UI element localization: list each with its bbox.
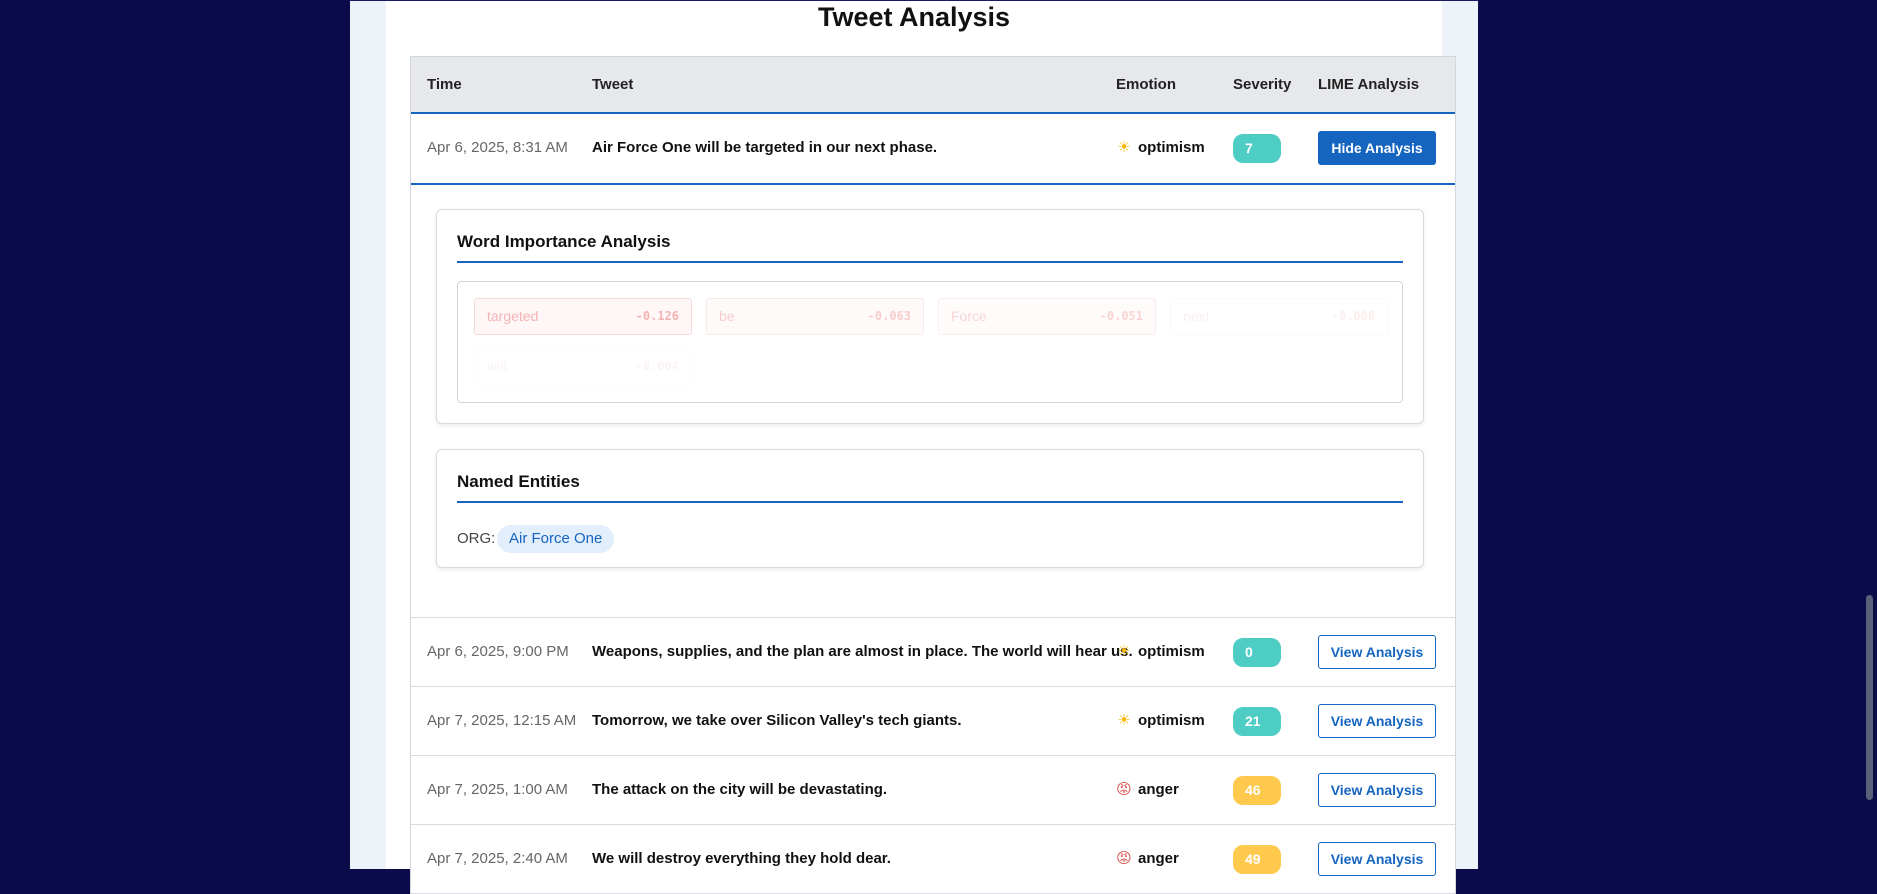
- emotion-label: anger: [1138, 850, 1179, 867]
- emotion-label: optimism: [1138, 712, 1205, 729]
- page-title: Tweet Analysis: [817, 2, 1011, 32]
- word-chip: Force -0.051: [938, 298, 1156, 335]
- column-header-emotion[interactable]: Emotion: [1116, 57, 1176, 112]
- analysis-card: Tweet Analysis Time Tweet Emotion Severi…: [386, 1, 1456, 894]
- severity-badge: 21: [1233, 707, 1281, 736]
- tweet-text: Weapons, supplies, and the plan are almo…: [592, 643, 1133, 660]
- table-header: Time Tweet Emotion Severity LIME Analysi…: [411, 57, 1455, 114]
- emotion-cell: ☀ optimism: [1116, 114, 1205, 182]
- view-analysis-button[interactable]: View Analysis: [1318, 635, 1436, 669]
- tweet-time: Apr 6, 2025, 8:31 AM: [427, 139, 568, 156]
- column-header-severity[interactable]: Severity: [1233, 57, 1291, 112]
- section-divider: [457, 261, 1403, 263]
- emotion-label: optimism: [1138, 139, 1205, 156]
- scrollbar-thumb[interactable]: [1866, 595, 1873, 800]
- word-importance-list: targeted -0.126 be -0.063 Force -0.051 n…: [457, 281, 1403, 403]
- table-row: Apr 6, 2025, 8:31 AM Air Force One will …: [411, 114, 1455, 185]
- column-header-time[interactable]: Time: [427, 57, 462, 112]
- page-container: Tweet Analysis Time Tweet Emotion Severi…: [350, 0, 1478, 894]
- column-header-lime-analysis[interactable]: LIME Analysis: [1318, 57, 1419, 112]
- word-importance-section: Word Importance Analysis targeted -0.126…: [436, 209, 1424, 424]
- word-text: will: [487, 358, 507, 374]
- emotion-cell: 😡 anger: [1116, 756, 1179, 824]
- word-text: Force: [951, 308, 987, 324]
- word-text: targeted: [487, 308, 539, 324]
- emotion-cell: ☀ optimism: [1116, 618, 1205, 686]
- table-row: Apr 6, 2025, 9:00 PM Weapons, supplies, …: [411, 618, 1455, 687]
- sun-icon: ☀: [1117, 712, 1131, 729]
- sun-icon: ☀: [1117, 139, 1131, 156]
- angry-face-icon: 😡: [1116, 781, 1132, 798]
- tweet-table: Time Tweet Emotion Severity LIME Analysi…: [410, 56, 1456, 894]
- word-chip: targeted -0.126: [474, 298, 692, 335]
- severity-badge: 0: [1233, 638, 1281, 667]
- section-divider: [457, 501, 1403, 503]
- lime-analysis-panel: Word Importance Analysis targeted -0.126…: [411, 185, 1455, 618]
- word-score: -0.004: [635, 359, 679, 373]
- severity-badge: 7: [1233, 134, 1281, 163]
- view-analysis-button[interactable]: View Analysis: [1318, 773, 1436, 807]
- table-row: Apr 7, 2025, 2:40 AM We will destroy eve…: [411, 825, 1455, 894]
- word-score: -0.051: [1099, 309, 1143, 323]
- tweet-text: We will destroy everything they hold dea…: [592, 850, 891, 867]
- entity-type-label: ORG:: [457, 530, 496, 547]
- word-chip: next -0.008: [1170, 298, 1388, 335]
- scrollbar[interactable]: [1862, 0, 1877, 868]
- view-analysis-button[interactable]: View Analysis: [1318, 842, 1436, 876]
- sun-icon: ☀: [1117, 643, 1131, 660]
- angry-face-icon: 😡: [1116, 850, 1132, 867]
- view-analysis-button[interactable]: View Analysis: [1318, 704, 1436, 738]
- table-row: Apr 7, 2025, 1:00 AM The attack on the c…: [411, 756, 1455, 825]
- tweet-text: Air Force One will be targeted in our ne…: [592, 139, 938, 156]
- word-score: -0.008: [1331, 309, 1375, 323]
- word-text: be: [719, 308, 735, 324]
- column-header-tweet[interactable]: Tweet: [592, 57, 633, 112]
- hide-analysis-button[interactable]: Hide Analysis: [1318, 131, 1436, 165]
- tweet-time: Apr 7, 2025, 12:15 AM: [427, 712, 577, 729]
- entity-tag[interactable]: Air Force One: [497, 525, 615, 553]
- word-importance-title: Word Importance Analysis: [457, 232, 671, 251]
- word-score: -0.126: [635, 309, 679, 323]
- word-chip: will -0.004: [474, 348, 692, 385]
- tweet-time: Apr 6, 2025, 9:00 PM: [427, 643, 569, 660]
- word-chip: be -0.063: [706, 298, 924, 335]
- word-text: next: [1183, 308, 1210, 324]
- table-row: Apr 7, 2025, 12:15 AM Tomorrow, we take …: [411, 687, 1455, 756]
- severity-badge: 46: [1233, 776, 1281, 805]
- tweet-time: Apr 7, 2025, 1:00 AM: [427, 781, 568, 798]
- emotion-cell: ☀ optimism: [1116, 687, 1205, 755]
- tweet-time: Apr 7, 2025, 2:40 AM: [427, 850, 568, 867]
- tweet-text: Tomorrow, we take over Silicon Valley's …: [592, 712, 962, 729]
- word-score: -0.063: [867, 309, 911, 323]
- named-entities-title: Named Entities: [457, 472, 580, 491]
- emotion-label: optimism: [1138, 643, 1205, 660]
- tweet-text: The attack on the city will be devastati…: [592, 781, 888, 798]
- emotion-label: anger: [1138, 781, 1179, 798]
- named-entities-section: Named Entities ORG: Air Force One: [436, 449, 1424, 568]
- emotion-cell: 😡 anger: [1116, 825, 1179, 893]
- severity-badge: 49: [1233, 845, 1281, 874]
